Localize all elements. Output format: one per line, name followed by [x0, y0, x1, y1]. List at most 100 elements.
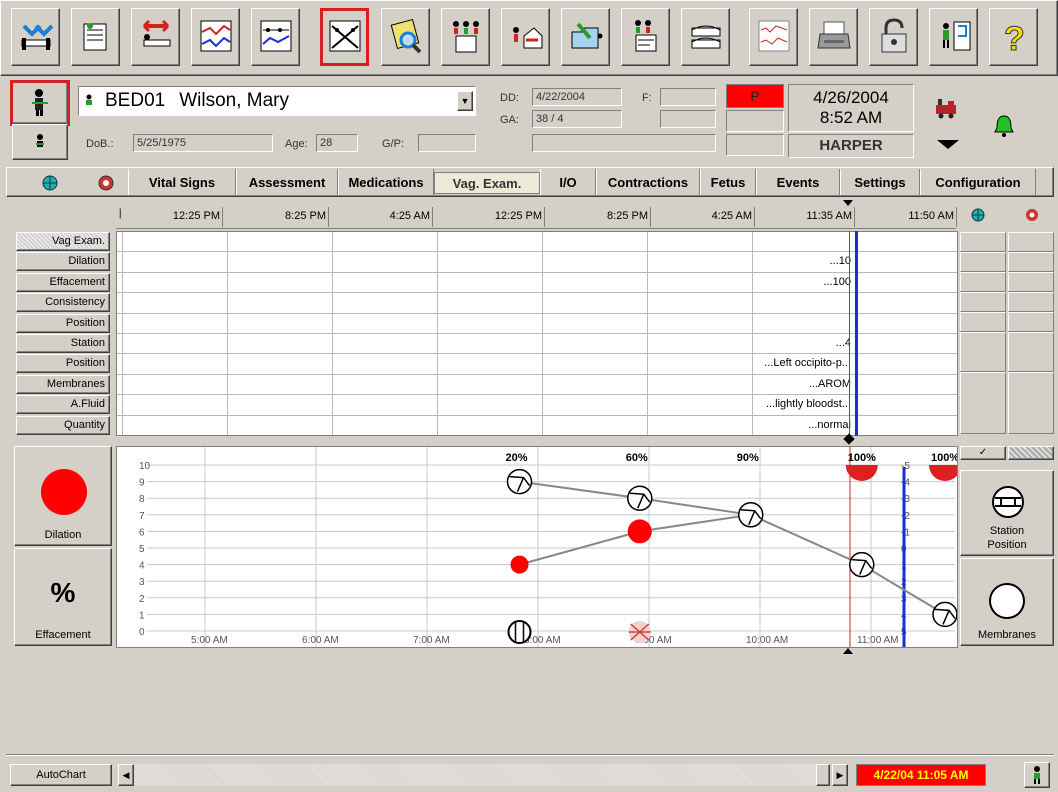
tab-fetus[interactable]: Fetus	[700, 169, 756, 195]
exit-door-button[interactable]	[929, 8, 978, 66]
bell-icon	[994, 115, 1014, 137]
side-cell[interactable]	[1008, 312, 1054, 332]
chevron-down-icon[interactable]: ▼	[457, 91, 473, 111]
tab-configuration[interactable]: Configuration	[920, 169, 1036, 195]
alarm-button[interactable]	[984, 106, 1024, 146]
family-edit-button[interactable]	[621, 8, 670, 66]
row-value[interactable]: ...AROM	[809, 378, 851, 390]
tab-medications[interactable]: Medications	[338, 169, 434, 195]
tab-events[interactable]: Events	[756, 169, 840, 195]
membranes-button[interactable]: Membranes	[960, 558, 1054, 646]
patient-forms-button[interactable]	[71, 8, 120, 66]
labor-chart: 109876543210-5-4-3-2-10123455:00 AM6:00 …	[116, 446, 961, 648]
family-notes-button[interactable]	[441, 8, 490, 66]
side-cell[interactable]	[960, 312, 1006, 332]
tab-vag-exam[interactable]: Vag. Exam.	[434, 172, 540, 194]
side-cell[interactable]	[960, 332, 1006, 372]
tab-assessment[interactable]: Assessment	[236, 169, 338, 195]
status-empty-1	[726, 110, 784, 132]
timeline-tick-mark	[650, 207, 651, 227]
grid-hline	[117, 292, 957, 294]
scroll-left-button[interactable]: ◀	[118, 764, 134, 786]
scroll-track[interactable]	[134, 764, 820, 786]
search-patient-button[interactable]	[381, 8, 430, 66]
transfer-bed-button[interactable]	[131, 8, 180, 66]
effacement-button[interactable]: % Effacement	[14, 548, 112, 646]
unlock-button[interactable]	[869, 8, 918, 66]
dilation-point	[627, 519, 652, 544]
mother-icon	[32, 89, 48, 116]
check-button[interactable]: ✓	[960, 446, 1006, 460]
side-cell[interactable]	[960, 372, 1006, 434]
tab-settings[interactable]: Settings	[840, 169, 920, 195]
row-label-position[interactable]: Position	[16, 354, 110, 374]
fetal-small-button[interactable]	[1024, 207, 1040, 223]
head-position-icon	[992, 486, 1024, 518]
row-label-position[interactable]: Position	[16, 313, 110, 333]
patient-select[interactable]: BED01 Wilson, Mary ▼	[78, 86, 476, 116]
y-axis-right-label: -3	[901, 494, 910, 505]
row-value[interactable]: ...10	[830, 255, 851, 267]
pattern-button[interactable]	[1008, 446, 1054, 460]
row-label-quantity[interactable]: Quantity	[16, 415, 110, 435]
admit-home-button[interactable]	[501, 8, 550, 66]
dilation-label: Dilation	[44, 529, 82, 541]
flowsheet-graph-button[interactable]	[251, 8, 300, 66]
globe-small-button[interactable]	[970, 207, 986, 223]
tab-contractions[interactable]: Contractions	[596, 169, 700, 195]
row-value[interactable]: ...100	[823, 276, 851, 288]
row-value[interactable]: ...normal	[808, 419, 851, 431]
row-label-effacement[interactable]: Effacement	[16, 272, 110, 292]
side-cell[interactable]	[1008, 372, 1054, 434]
row-label-a-fluid[interactable]: A.Fluid	[16, 395, 110, 415]
dilation-point	[510, 555, 529, 574]
mother-toggle-button[interactable]	[10, 80, 70, 126]
side-cell[interactable]	[960, 232, 1006, 252]
row-label-vag-exam[interactable]: Vag Exam.	[16, 232, 110, 251]
y-axis-left-label: 8	[139, 494, 145, 505]
autochart-button[interactable]: AutoChart	[10, 764, 112, 786]
scroll-thumb[interactable]	[816, 764, 830, 786]
footer-divider	[6, 754, 1054, 756]
menu-dropdown-button[interactable]	[928, 134, 968, 156]
row-label-dilation[interactable]: Dilation	[16, 252, 110, 272]
printer-button[interactable]	[809, 8, 858, 66]
globe-tab[interactable]	[20, 171, 80, 195]
unlock-icon	[876, 17, 912, 57]
side-cell[interactable]	[960, 292, 1006, 312]
baby-toggle-button[interactable]	[12, 124, 68, 160]
row-value[interactable]: ...lightly bloodst...	[766, 398, 851, 410]
dob-label: DoB.:	[86, 138, 114, 150]
printer-icon	[816, 18, 852, 57]
side-cell[interactable]	[1008, 292, 1054, 312]
strip-chart-button[interactable]	[749, 8, 798, 66]
side-cell[interactable]	[960, 272, 1006, 292]
station-position-button[interactable]: Station Position	[960, 470, 1054, 556]
partogram-button[interactable]	[320, 8, 369, 66]
dob-field: 5/25/1975	[133, 134, 273, 152]
tab-vital-signs[interactable]: Vital Signs	[128, 169, 236, 195]
dilation-button[interactable]: Dilation	[14, 446, 112, 546]
row-label-membranes[interactable]: Membranes	[16, 374, 110, 394]
side-cell[interactable]	[1008, 252, 1054, 272]
fetal-monitor-icon	[1026, 209, 1038, 221]
timeline-tick-mark	[956, 207, 957, 227]
user-status-button[interactable]	[1024, 762, 1050, 788]
side-cell[interactable]	[1008, 232, 1054, 252]
train-button[interactable]	[928, 88, 964, 128]
tab-i-o[interactable]: I/O	[540, 169, 596, 195]
side-cell[interactable]	[1008, 272, 1054, 292]
trend-graph-button[interactable]	[191, 8, 240, 66]
bed-arrow-button[interactable]	[11, 8, 60, 66]
folder-transfer-button[interactable]	[561, 8, 610, 66]
timeline-left-arrow[interactable]: ❘	[116, 208, 124, 224]
side-cell[interactable]	[960, 252, 1006, 272]
fetal-monitor-tab[interactable]	[88, 171, 124, 195]
scroll-right-button[interactable]: ▶	[832, 764, 848, 786]
row-label-station[interactable]: Station	[16, 334, 110, 353]
row-label-consistency[interactable]: Consistency	[16, 293, 110, 313]
row-value[interactable]: ...Left occipito-p...	[764, 357, 851, 369]
help-button[interactable]: ?	[989, 8, 1038, 66]
side-cell[interactable]	[1008, 332, 1054, 372]
bed-list-button[interactable]	[681, 8, 730, 66]
